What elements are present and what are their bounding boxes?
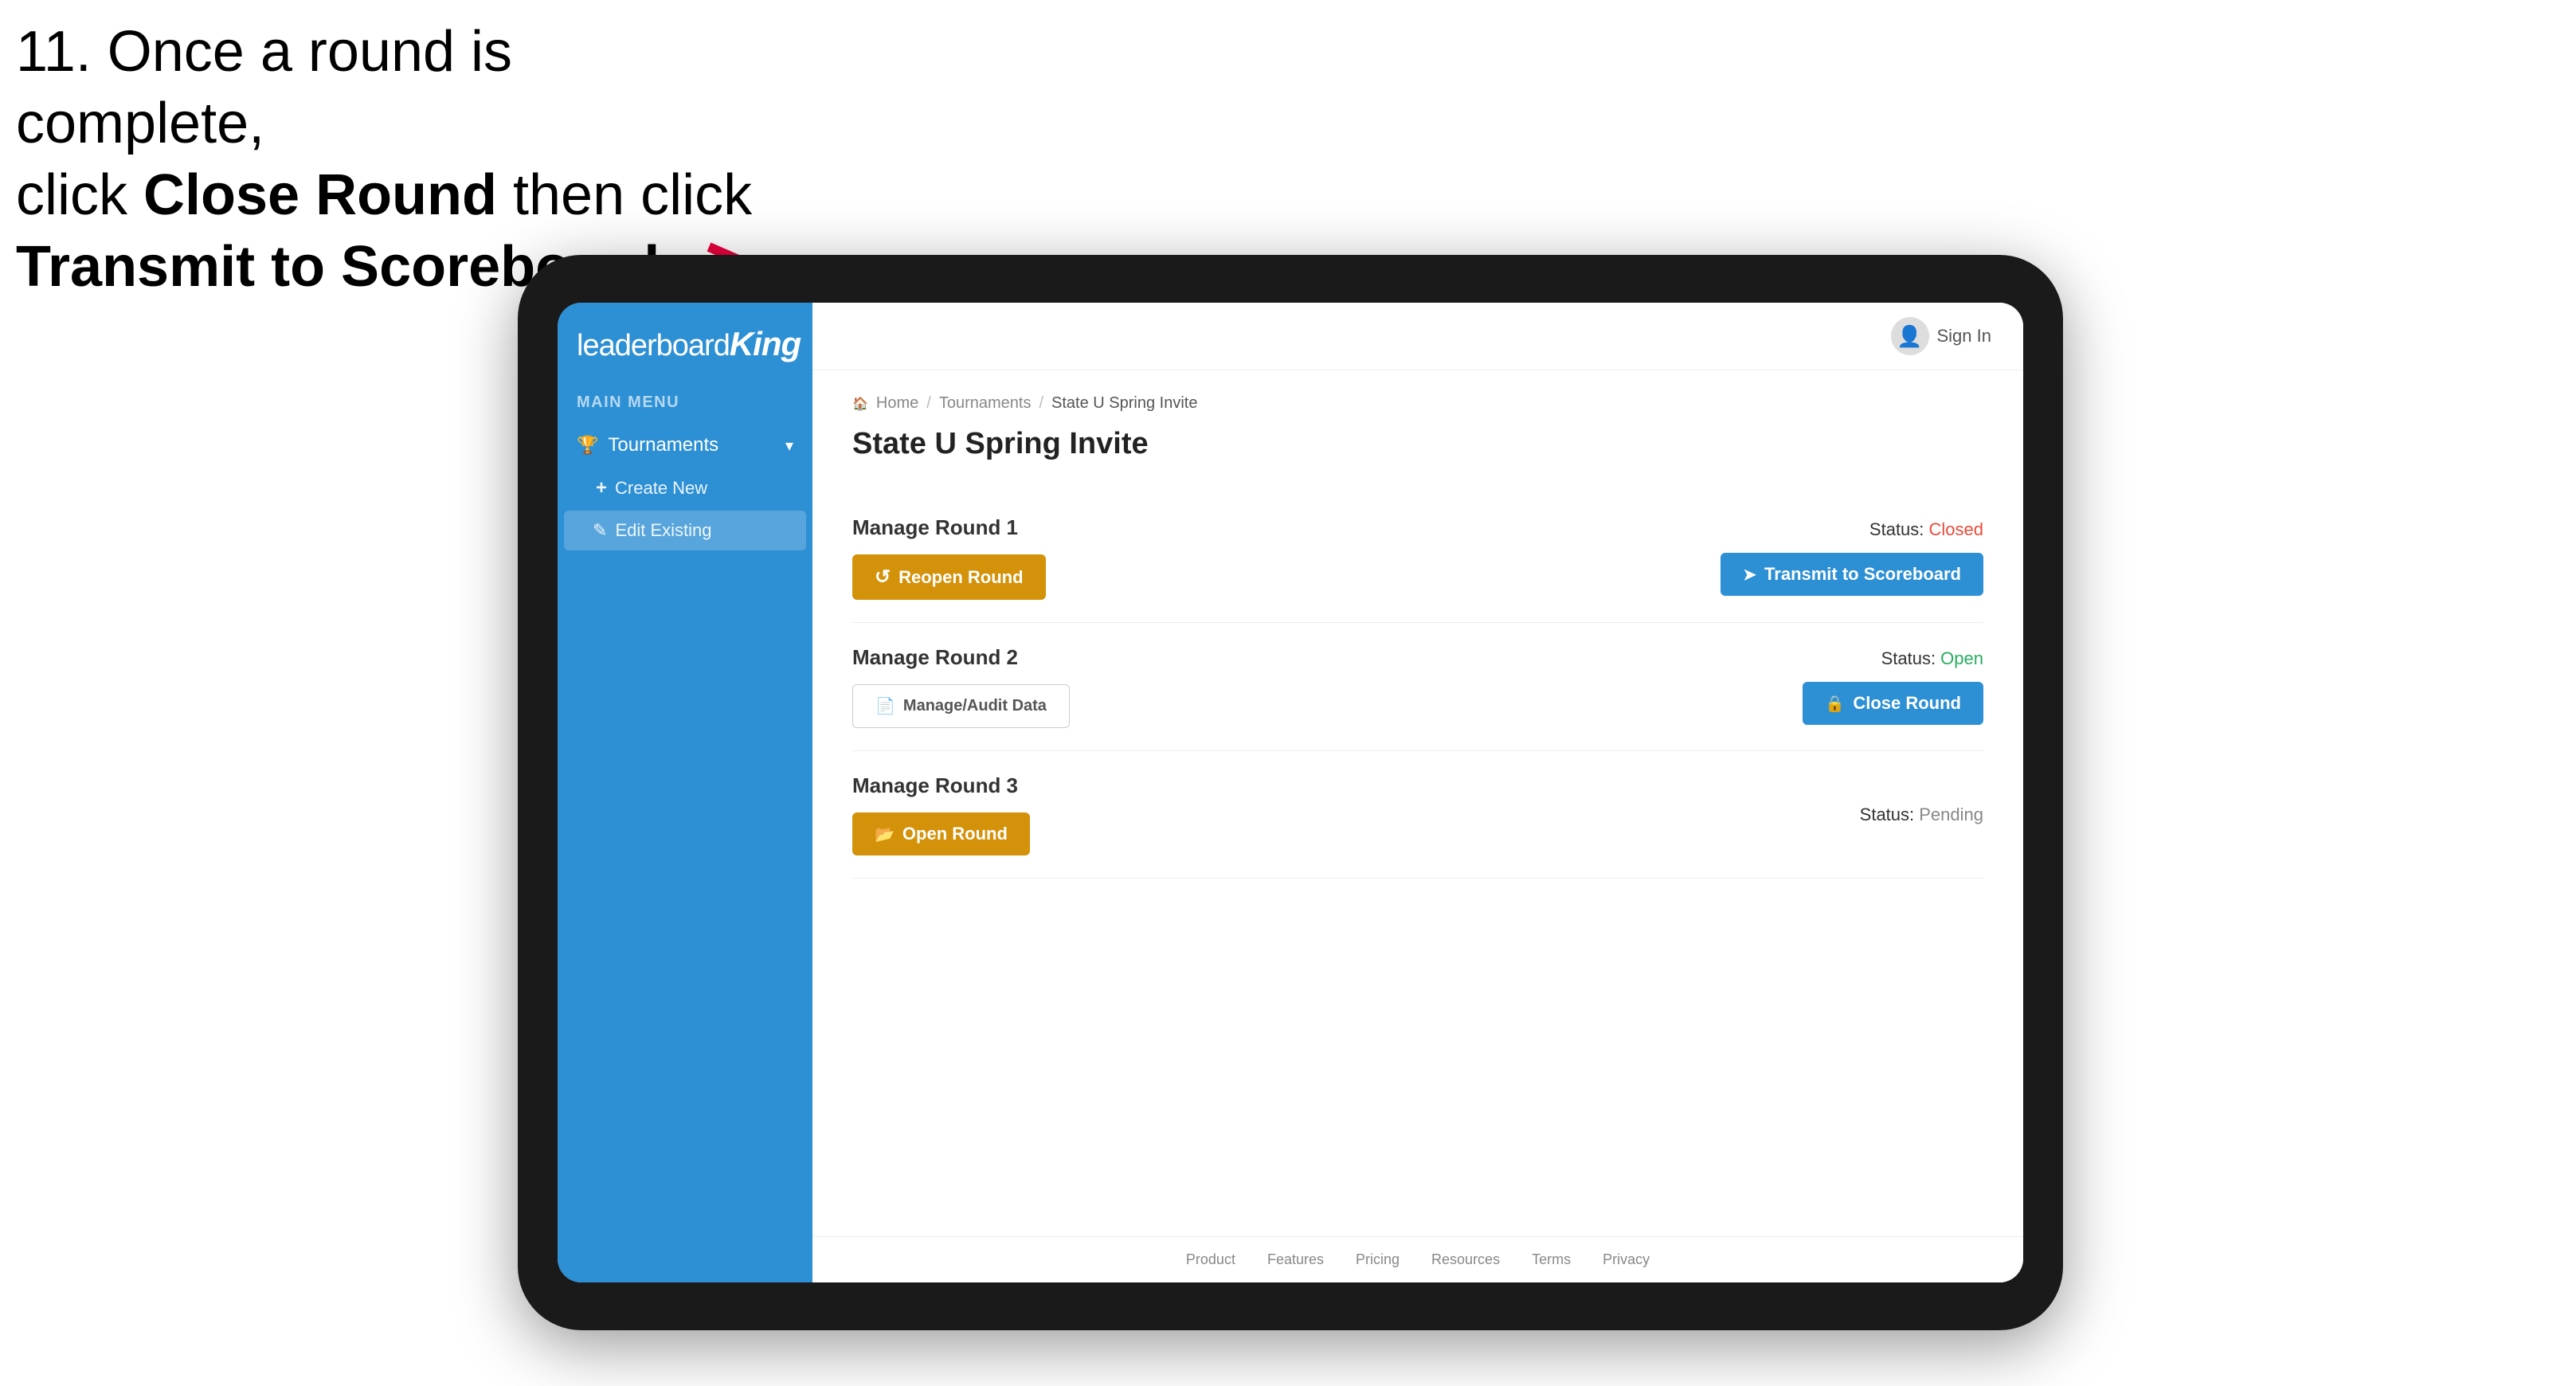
sidebar: leaderboardKing MAIN MENU Tournaments xyxy=(558,303,812,1282)
manage-audit-data-button[interactable]: Manage/Audit Data xyxy=(852,684,1070,728)
edit-existing-label: Edit Existing xyxy=(615,520,711,541)
home-icon xyxy=(852,394,868,413)
breadcrumb: Home / Tournaments / State U Spring Invi… xyxy=(852,394,1983,413)
reopen-round-label: Reopen Round xyxy=(898,567,1023,588)
tablet-screen: leaderboardKing MAIN MENU Tournaments xyxy=(558,303,2023,1282)
transmit-to-scoreboard-button[interactable]: Transmit to Scoreboard xyxy=(1721,553,1983,596)
round-2-section: Manage Round 2 Manage/Audit Data Status:… xyxy=(852,623,1983,751)
breadcrumb-tournaments[interactable]: Tournaments xyxy=(939,394,1032,413)
open-icon xyxy=(875,824,895,844)
breadcrumb-sep2: / xyxy=(1039,394,1043,413)
sidebar-item-create-new[interactable]: Create New xyxy=(558,468,812,509)
instruction-line1: 11. Once a round is complete, xyxy=(16,20,512,155)
round-3-status: Status: Pending xyxy=(1860,805,1983,825)
round-1-section: Manage Round 1 Reopen Round Status: Clos… xyxy=(852,493,1983,623)
app-footer: Product Features Pricing Resources Terms… xyxy=(812,1236,2023,1282)
transmit-label: Transmit to Scoreboard xyxy=(1764,564,1961,585)
main-menu-label: MAIN MENU xyxy=(558,387,812,423)
trophy-icon xyxy=(577,434,598,456)
reopen-icon xyxy=(875,566,891,589)
tablet-frame: leaderboardKing MAIN MENU Tournaments xyxy=(518,255,2063,1330)
instruction-line2: click xyxy=(16,163,143,227)
round-1-status: Status: Closed xyxy=(1869,519,1983,540)
app-header: 👤 Sign In xyxy=(812,303,2023,370)
round-3-title: Manage Round 3 xyxy=(852,773,1030,798)
logo-leaderboard: leaderboard xyxy=(577,329,730,362)
round-3-section: Manage Round 3 Open Round Status: Pendin… xyxy=(852,751,1983,879)
logo: leaderboardKing xyxy=(577,325,793,363)
footer-privacy[interactable]: Privacy xyxy=(1603,1251,1650,1268)
user-avatar: 👤 xyxy=(1891,317,1929,355)
round-1-status-value: Closed xyxy=(1929,519,1983,539)
content-area: Home / Tournaments / State U Spring Invi… xyxy=(812,370,2023,1236)
sign-in-button[interactable]: 👤 Sign In xyxy=(1891,317,1992,355)
logo-king: King xyxy=(730,325,801,362)
sidebar-item-tournaments[interactable]: Tournaments xyxy=(558,423,812,468)
round-2-title: Manage Round 2 xyxy=(852,645,1070,670)
sidebar-logo: leaderboardKing xyxy=(558,303,812,379)
instruction-line3: then click xyxy=(497,163,752,227)
round-3-left: Manage Round 3 Open Round xyxy=(852,773,1030,855)
round-1-left: Manage Round 1 Reopen Round xyxy=(852,515,1046,600)
transmit-icon xyxy=(1743,564,1756,585)
round-1-title: Manage Round 1 xyxy=(852,515,1046,540)
close-round-button[interactable]: Close Round xyxy=(1803,682,1983,725)
breadcrumb-sep1: / xyxy=(926,394,931,413)
round-1-right: Status: Closed Transmit to Scoreboard xyxy=(1721,519,1983,596)
create-new-label: Create New xyxy=(615,478,707,499)
instruction-bold1: Close Round xyxy=(143,163,497,227)
round-2-status-value: Open xyxy=(1940,648,1983,668)
round-3-status-value: Pending xyxy=(1919,805,1983,824)
close-icon xyxy=(1825,693,1845,714)
edit-icon xyxy=(593,520,607,541)
chevron-down-icon xyxy=(785,434,793,456)
round-2-right: Status: Open Close Round xyxy=(1803,648,1983,725)
footer-pricing[interactable]: Pricing xyxy=(1356,1251,1400,1268)
reopen-round-button[interactable]: Reopen Round xyxy=(852,554,1046,600)
breadcrumb-current: State U Spring Invite xyxy=(1051,394,1197,413)
main-content: 👤 Sign In Home / Tournaments / State U S… xyxy=(812,303,2023,1282)
round-2-left: Manage Round 2 Manage/Audit Data xyxy=(852,645,1070,728)
plus-icon xyxy=(596,477,607,499)
footer-product[interactable]: Product xyxy=(1186,1251,1235,1268)
sidebar-item-edit-existing[interactable]: Edit Existing xyxy=(564,511,806,550)
open-round-button[interactable]: Open Round xyxy=(852,812,1030,855)
tournaments-nav-label: Tournaments xyxy=(608,434,718,456)
sign-in-label: Sign In xyxy=(1937,326,1992,346)
round-2-status: Status: Open xyxy=(1881,648,1983,669)
doc-icon xyxy=(875,696,895,716)
app-container: leaderboardKing MAIN MENU Tournaments xyxy=(558,303,2023,1282)
close-round-label: Close Round xyxy=(1853,693,1961,714)
breadcrumb-home[interactable]: Home xyxy=(876,394,918,413)
page-title: State U Spring Invite xyxy=(852,427,1983,461)
sidebar-menu: MAIN MENU Tournaments Create New xyxy=(558,379,812,560)
footer-resources[interactable]: Resources xyxy=(1431,1251,1500,1268)
manage-audit-label: Manage/Audit Data xyxy=(903,697,1047,715)
footer-terms[interactable]: Terms xyxy=(1532,1251,1571,1268)
footer-features[interactable]: Features xyxy=(1267,1251,1324,1268)
round-3-right: Status: Pending xyxy=(1860,805,1983,825)
open-round-label: Open Round xyxy=(902,824,1008,844)
